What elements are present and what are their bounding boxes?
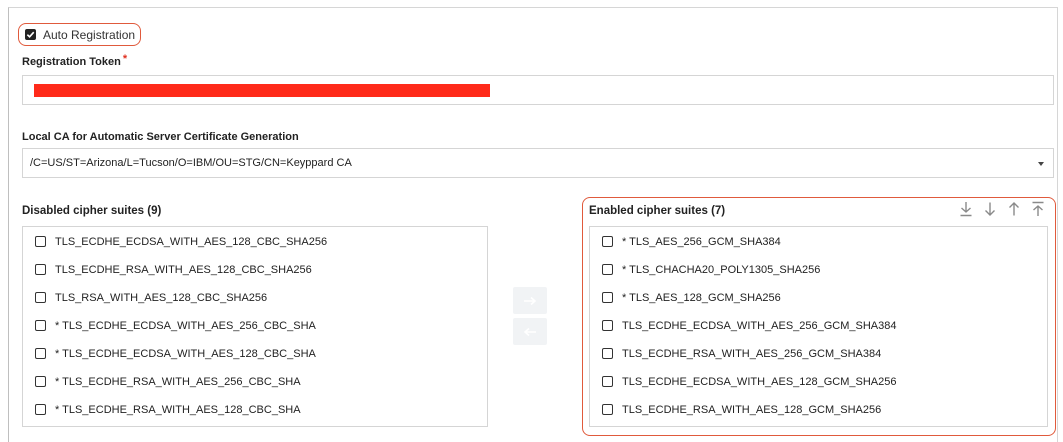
cipher-suite-row[interactable]: TLS_ECDHE_ECDSA_WITH_AES_128_CBC_SHA256 <box>23 228 487 255</box>
checkbox-icon[interactable] <box>602 348 613 359</box>
cipher-suite-row[interactable]: * TLS_ECDHE_ECDSA_WITH_AES_128_CBC_SHA <box>23 340 487 367</box>
cipher-suite-row[interactable]: TLS_ECDHE_RSA_WITH_AES_128_GCM_SHA256 <box>590 396 1047 423</box>
cipher-suite-row[interactable]: * TLS_AES_256_GCM_SHA384 <box>590 228 1047 255</box>
checkbox-icon[interactable] <box>602 236 613 247</box>
checkbox-icon[interactable] <box>35 348 46 359</box>
move-to-top-icon[interactable] <box>1030 200 1046 218</box>
cipher-suite-label: TLS_ECDHE_RSA_WITH_AES_128_CBC_SHA256 <box>55 263 312 276</box>
cipher-suite-row[interactable]: TLS_ECDHE_RSA_WITH_AES_256_GCM_SHA384 <box>590 340 1047 367</box>
checkbox-icon[interactable] <box>602 292 613 303</box>
cipher-suite-row[interactable]: TLS_RSA_WITH_AES_128_CBC_SHA256 <box>23 284 487 311</box>
chevron-down-icon[interactable] <box>1038 162 1044 166</box>
cipher-suite-row[interactable]: * TLS_ECDHE_RSA_WITH_AES_256_CBC_SHA <box>23 368 487 395</box>
cipher-suite-label: * TLS_ECDHE_RSA_WITH_AES_128_CBC_SHA <box>55 403 301 416</box>
cipher-suite-label: TLS_ECDHE_ECDSA_WITH_AES_128_CBC_SHA256 <box>55 235 328 248</box>
local-ca-label: Local CA for Automatic Server Certificat… <box>22 131 299 143</box>
arrow-left-icon <box>523 327 536 336</box>
local-ca-select[interactable]: /C=US/ST=Arizona/L=Tucson/O=IBM/OU=STG/C… <box>22 148 1054 178</box>
cipher-suite-row[interactable]: * TLS_CHACHA20_POLY1305_SHA256 <box>590 256 1047 283</box>
arrow-right-icon <box>524 296 537 305</box>
registration-token-input[interactable] <box>22 75 1054 105</box>
disabled-suites-list[interactable]: TLS_ECDHE_ECDSA_WITH_AES_128_CBC_SHA256 T… <box>22 226 488 427</box>
cipher-suite-label: TLS_ECDHE_RSA_WITH_AES_256_GCM_SHA384 <box>622 347 882 360</box>
auto-registration-label: Auto Registration <box>43 27 136 42</box>
local-ca-selected-value: /C=US/ST=Arizona/L=Tucson/O=IBM/OU=STG/C… <box>30 157 352 169</box>
cipher-suite-label: TLS_RSA_WITH_AES_128_CBC_SHA256 <box>55 291 268 304</box>
cipher-suite-label: TLS_ECDHE_ECDSA_WITH_AES_128_GCM_SHA256 <box>622 375 897 388</box>
move-up-icon[interactable] <box>1006 200 1022 218</box>
move-left-button[interactable] <box>513 318 547 345</box>
cipher-suite-label: * TLS_ECDHE_ECDSA_WITH_AES_256_CBC_SHA <box>55 319 316 332</box>
auto-registration-checkbox[interactable]: Auto Registration <box>18 23 141 46</box>
registration-token-label-text: Registration Token <box>22 56 121 68</box>
checkbox-icon[interactable] <box>35 264 46 275</box>
cipher-suite-label: * TLS_ECDHE_RSA_WITH_AES_256_CBC_SHA <box>55 375 301 388</box>
checkbox-icon[interactable] <box>35 404 46 415</box>
checkbox-icon[interactable] <box>602 376 613 387</box>
cipher-suite-row[interactable]: TLS_ECDHE_ECDSA_WITH_AES_256_GCM_SHA384 <box>590 312 1047 339</box>
checkbox-checked-icon[interactable] <box>25 29 36 40</box>
cipher-suite-row[interactable]: * TLS_ECDHE_ECDSA_WITH_AES_256_CBC_SHA <box>23 312 487 339</box>
checkbox-icon[interactable] <box>602 320 613 331</box>
checkbox-icon[interactable] <box>35 320 46 331</box>
registration-token-label: Registration Token * <box>22 53 128 68</box>
checkbox-icon[interactable] <box>602 264 613 275</box>
cipher-suite-label: * TLS_AES_128_GCM_SHA256 <box>622 291 781 304</box>
move-down-icon[interactable] <box>982 200 998 218</box>
cipher-suite-row[interactable]: * TLS_AES_128_GCM_SHA256 <box>590 284 1047 311</box>
cipher-suite-label: * TLS_CHACHA20_POLY1305_SHA256 <box>622 263 821 276</box>
checkbox-icon[interactable] <box>35 376 46 387</box>
cipher-suite-row[interactable]: TLS_ECDHE_RSA_WITH_AES_128_CBC_SHA256 <box>23 256 487 283</box>
cipher-suite-label: * TLS_AES_256_GCM_SHA384 <box>622 235 781 248</box>
checkbox-icon[interactable] <box>35 292 46 303</box>
cipher-suite-label: * TLS_ECDHE_ECDSA_WITH_AES_128_CBC_SHA <box>55 347 316 360</box>
cipher-suite-label: TLS_ECDHE_RSA_WITH_AES_128_GCM_SHA256 <box>622 403 882 416</box>
move-right-button[interactable] <box>513 287 547 314</box>
enabled-suites-title: Enabled cipher suites (7) <box>589 205 726 217</box>
redacted-token-value <box>34 84 490 97</box>
checkbox-icon[interactable] <box>602 404 613 415</box>
disabled-suites-title: Disabled cipher suites (9) <box>22 205 162 217</box>
checkbox-icon[interactable] <box>35 236 46 247</box>
cipher-suite-label: TLS_ECDHE_ECDSA_WITH_AES_256_GCM_SHA384 <box>622 319 897 332</box>
enabled-suites-list[interactable]: * TLS_AES_256_GCM_SHA384 * TLS_CHACHA20_P… <box>589 226 1048 427</box>
move-to-bottom-icon[interactable] <box>958 200 974 218</box>
required-marker: * <box>122 53 128 65</box>
cipher-suite-row[interactable]: * TLS_ECDHE_RSA_WITH_AES_128_CBC_SHA <box>23 396 487 423</box>
cipher-suite-row[interactable]: TLS_ECDHE_ECDSA_WITH_AES_128_GCM_SHA256 <box>590 368 1047 395</box>
